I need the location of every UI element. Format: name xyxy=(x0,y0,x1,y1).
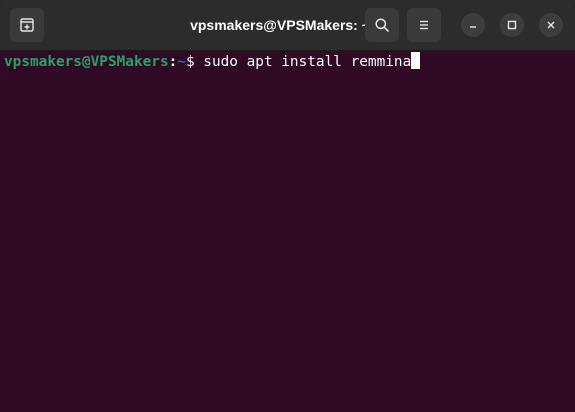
terminal-output[interactable]: vpsmakers@VPSMakers:~$ sudo apt install … xyxy=(0,51,575,412)
search-icon xyxy=(375,18,389,32)
new-tab-button[interactable] xyxy=(10,8,44,42)
close-icon xyxy=(547,21,555,29)
title-bar: vpsmakers@VPSMakers: ~ xyxy=(0,0,575,51)
minimize-icon xyxy=(470,26,476,28)
close-button[interactable] xyxy=(539,13,563,37)
menu-button[interactable] xyxy=(407,8,441,42)
text-cursor xyxy=(411,52,421,69)
prompt-symbol: $ xyxy=(185,54,204,70)
command-line: vpsmakers@VPSMakers:~$ sudo apt install … xyxy=(4,52,421,72)
hamburger-menu-icon xyxy=(420,20,428,30)
search-button[interactable] xyxy=(365,8,399,42)
prompt-path: ~ xyxy=(177,54,186,70)
maximize-icon xyxy=(507,20,517,30)
window-title: vpsmakers@VPSMakers: ~ xyxy=(190,17,370,33)
minimize-button[interactable] xyxy=(461,13,485,37)
typed-command: sudo apt install remmina xyxy=(203,54,412,70)
prompt-user: vpsmakers@VPSMakers xyxy=(4,54,169,70)
terminal-window: vpsmakers@VPSMakers: ~ vpsmakers@VPSMake… xyxy=(0,0,575,412)
prompt-separator: : xyxy=(168,54,178,70)
maximize-button[interactable] xyxy=(500,13,524,37)
new-tab-icon xyxy=(20,18,34,32)
